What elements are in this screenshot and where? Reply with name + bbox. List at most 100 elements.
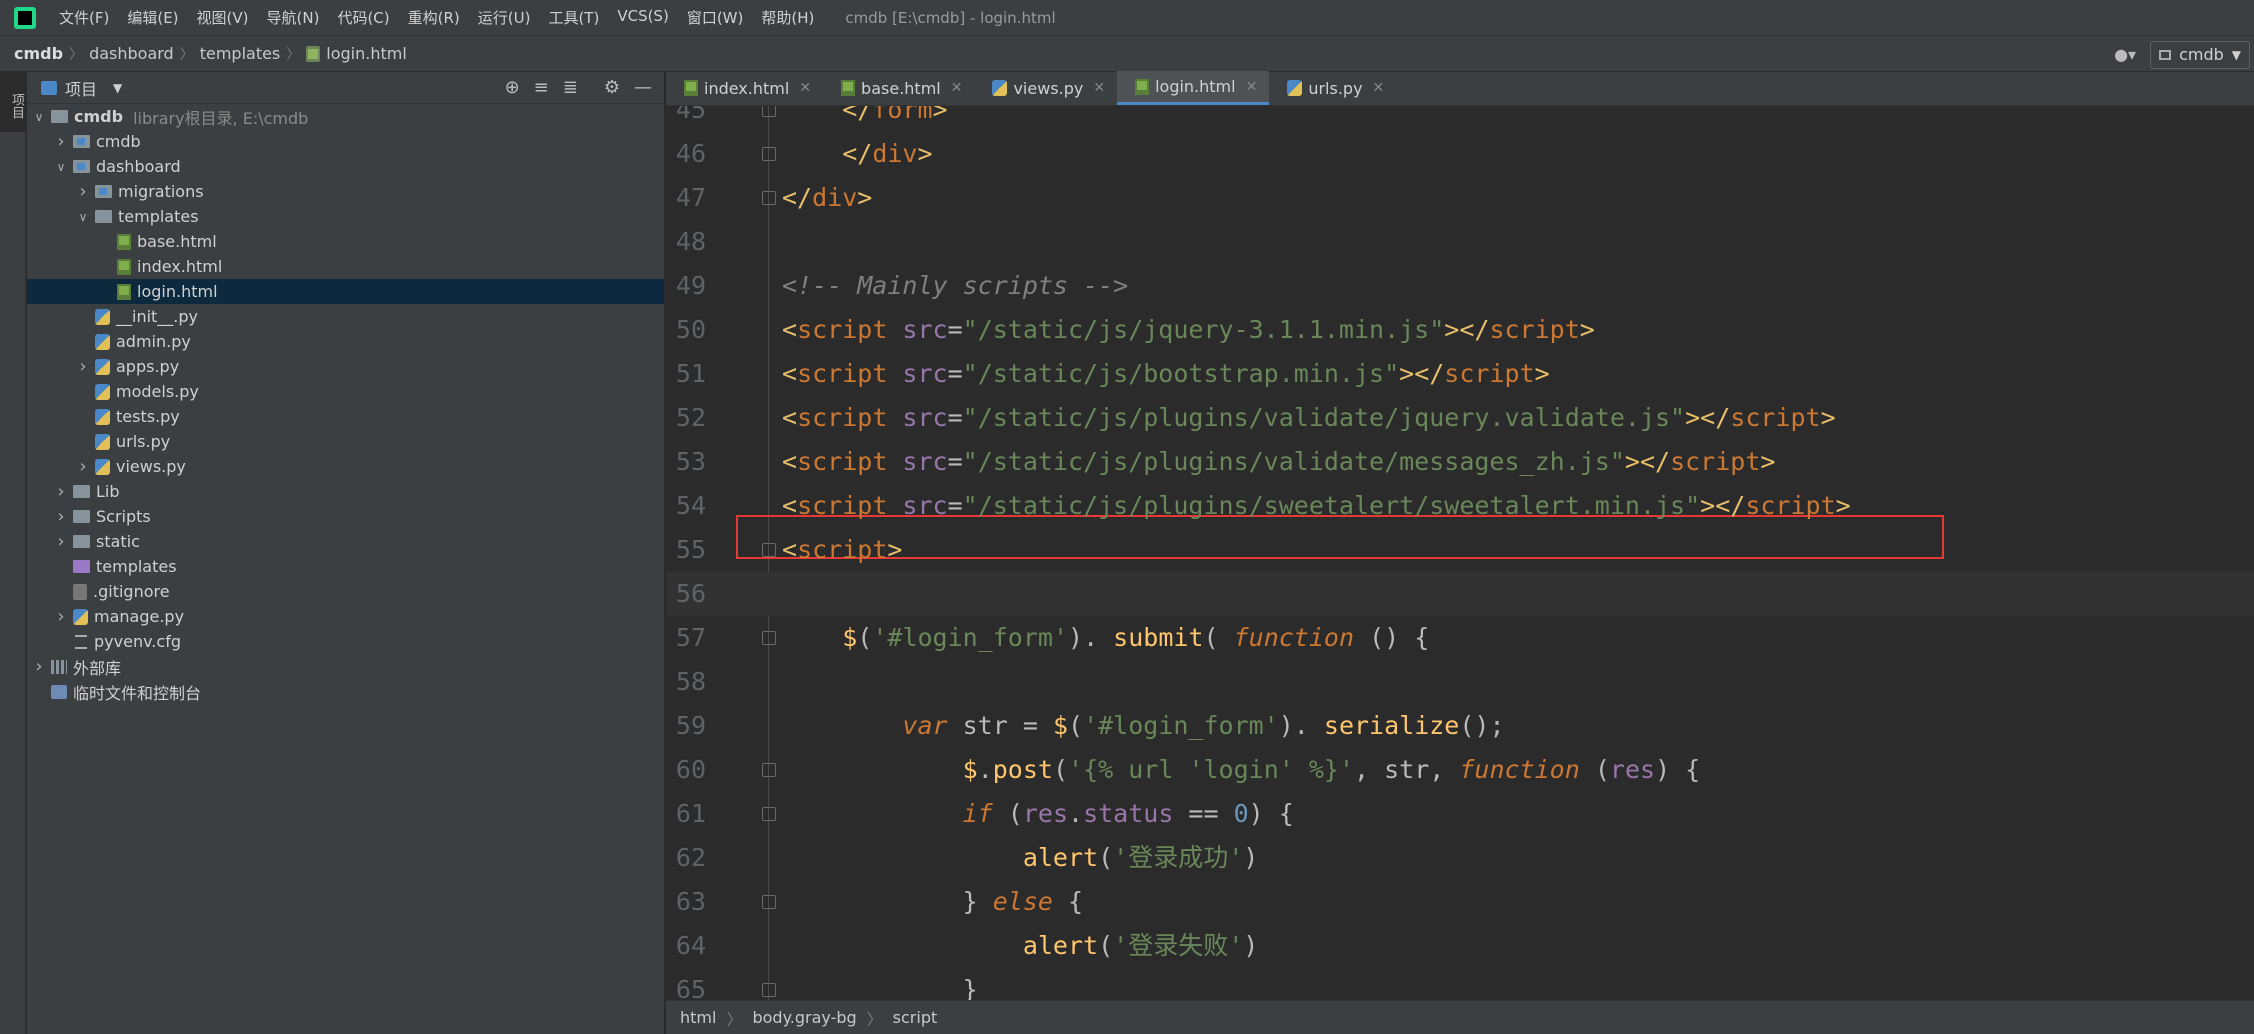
user-account-icon[interactable]: ●▾ — [2114, 45, 2136, 64]
project-tool-label: 项目 — [9, 93, 24, 119]
project-panel-header: 项目 ▼ ⊕ ≡ ≣ ⚙ — — [27, 72, 664, 104]
tree-item[interactable]: › migrations — [27, 179, 664, 204]
tree-item[interactable]: › static — [27, 529, 664, 554]
code-line: 45 </form> — [666, 106, 2254, 132]
menu-item[interactable]: 重构(R) — [399, 7, 469, 28]
fold-marker-icon[interactable] — [762, 763, 776, 777]
hide-panel-icon[interactable]: — — [634, 77, 652, 98]
tab-urls-py[interactable]: urls.py ✕ — [1269, 71, 1396, 105]
tree-item[interactable]: › manage.py — [27, 604, 664, 629]
locate-icon[interactable]: ⊕ — [505, 77, 520, 98]
project-tool-button[interactable]: 项目 — [0, 72, 26, 132]
expand-all-icon[interactable]: ≡ — [534, 77, 549, 98]
tree-item[interactable]: templates — [27, 554, 664, 579]
menu-item[interactable]: 文件(F) — [50, 7, 118, 28]
tree-item[interactable]: › Lib — [27, 479, 664, 504]
menu-item[interactable]: 代码(C) — [328, 7, 398, 28]
fold-marker-icon[interactable] — [762, 191, 776, 205]
tab-views-py[interactable]: views.py ✕ — [974, 71, 1117, 105]
breadcrumb-item[interactable]: login.html — [306, 44, 407, 63]
fold-marker-icon[interactable] — [762, 106, 776, 117]
menu-item[interactable]: 窗口(W) — [678, 7, 753, 28]
fold-marker-icon[interactable] — [762, 543, 776, 557]
close-icon[interactable]: ✕ — [799, 80, 811, 96]
tab-login-html[interactable]: login.html ✕ — [1117, 71, 1270, 105]
menu-item[interactable]: 工具(T) — [539, 7, 608, 28]
close-icon[interactable]: ✕ — [1246, 79, 1258, 95]
fold-marker-icon[interactable] — [762, 807, 776, 821]
code-token: = — [947, 447, 963, 476]
fold-marker-icon[interactable] — [762, 895, 776, 909]
tab-base-html[interactable]: base.html ✕ — [823, 71, 974, 105]
close-icon[interactable]: ✕ — [1093, 80, 1105, 96]
menu-item[interactable]: 导航(N) — [258, 7, 329, 28]
tree-item[interactable]: › Scripts — [27, 504, 664, 529]
menu-item[interactable]: 视图(V) — [188, 7, 258, 28]
tree-item-label: static — [96, 532, 140, 551]
tree-item[interactable]: models.py — [27, 379, 664, 404]
folder-icon — [73, 485, 90, 498]
code-breadcrumb-item[interactable]: body.gray-bg — [752, 1008, 856, 1027]
tree-item[interactable]: › apps.py — [27, 354, 664, 379]
tab-label: views.py — [1013, 78, 1084, 98]
chevron-right-icon[interactable]: › — [53, 481, 69, 502]
chevron-right-icon[interactable]: › — [53, 606, 69, 627]
tab-index-html[interactable]: index.html ✕ — [666, 71, 823, 105]
collapse-all-icon[interactable]: ≣ — [563, 77, 578, 98]
tree-item[interactable]: ∨ cmdb library根目录, E:\cmdb — [27, 104, 664, 129]
tree-item[interactable]: tests.py — [27, 404, 664, 429]
tree-item[interactable]: __init__.py — [27, 304, 664, 329]
code-breadcrumb-item[interactable]: script — [893, 1008, 938, 1027]
code-token: script — [797, 491, 903, 520]
chevron-right-icon[interactable]: › — [75, 181, 91, 202]
menu-item[interactable]: 编辑(E) — [118, 7, 187, 28]
code-editor[interactable]: 45 </form> 46 </div> 47 </div> 48 49 <!-- Main… — [666, 106, 2254, 1000]
code-token: < — [782, 535, 798, 564]
menu-item[interactable]: 运行(U) — [469, 7, 540, 28]
chevron-down-icon[interactable]: ▼ — [113, 81, 122, 95]
menu-item[interactable]: 帮助(H) — [752, 7, 823, 28]
menu-item[interactable]: VCS(S) — [608, 7, 677, 28]
tree-item[interactable]: admin.py — [27, 329, 664, 354]
tree-item[interactable]: 临时文件和控制台 — [27, 679, 664, 704]
breadcrumb-item[interactable]: cmdb 〉 — [14, 44, 89, 64]
chevron-right-icon[interactable]: › — [53, 131, 69, 152]
chevron-right-icon[interactable]: › — [31, 656, 47, 677]
tree-item[interactable]: .gitignore — [27, 579, 664, 604]
gear-icon[interactable]: ⚙ — [604, 77, 620, 98]
tree-item[interactable]: login.html — [27, 279, 664, 304]
code-token: > — [1820, 403, 1836, 432]
code-token: res — [1609, 755, 1656, 784]
chevron-right-icon[interactable]: › — [75, 456, 91, 477]
tree-item[interactable]: base.html — [27, 229, 664, 254]
tree-item[interactable]: urls.py — [27, 429, 664, 454]
code-token: div — [872, 139, 918, 168]
chevron-down-icon[interactable]: ∨ — [31, 110, 47, 124]
tree-item[interactable]: › cmdb — [27, 129, 664, 154]
tree-item[interactable]: ∨ templates — [27, 204, 664, 229]
chevron-down-icon[interactable]: ∨ — [75, 210, 91, 224]
tree-item[interactable]: › 外部库 — [27, 654, 664, 679]
fold-marker-icon[interactable] — [762, 631, 776, 645]
tree-item-label: dashboard — [96, 157, 181, 176]
close-icon[interactable]: ✕ — [1373, 80, 1385, 96]
chevron-down-icon: ▼ — [2231, 47, 2241, 62]
close-icon[interactable]: ✕ — [951, 80, 963, 96]
run-config-select[interactable]: cmdb ▼ — [2150, 40, 2250, 69]
tree-item[interactable]: index.html — [27, 254, 664, 279]
tree-item[interactable]: › views.py — [27, 454, 664, 479]
breadcrumb-item[interactable]: templates 〉 — [200, 44, 307, 64]
code-token: } — [962, 887, 993, 916]
chevron-right-icon[interactable]: › — [75, 356, 91, 377]
chevron-down-icon[interactable]: ∨ — [53, 160, 69, 174]
project-panel-title[interactable]: 项目 — [65, 76, 97, 100]
fold-marker-icon[interactable] — [762, 147, 776, 161]
fold-marker-icon[interactable] — [762, 983, 776, 997]
breadcrumb-item[interactable]: dashboard 〉 — [89, 44, 200, 64]
chevron-right-icon[interactable]: › — [53, 531, 69, 552]
tree-item[interactable]: ∨ dashboard — [27, 154, 664, 179]
tree-item[interactable]: pyvenv.cfg — [27, 629, 664, 654]
chevron-right-icon[interactable]: › — [53, 506, 69, 527]
code-breadcrumb-item[interactable]: html — [680, 1008, 716, 1027]
